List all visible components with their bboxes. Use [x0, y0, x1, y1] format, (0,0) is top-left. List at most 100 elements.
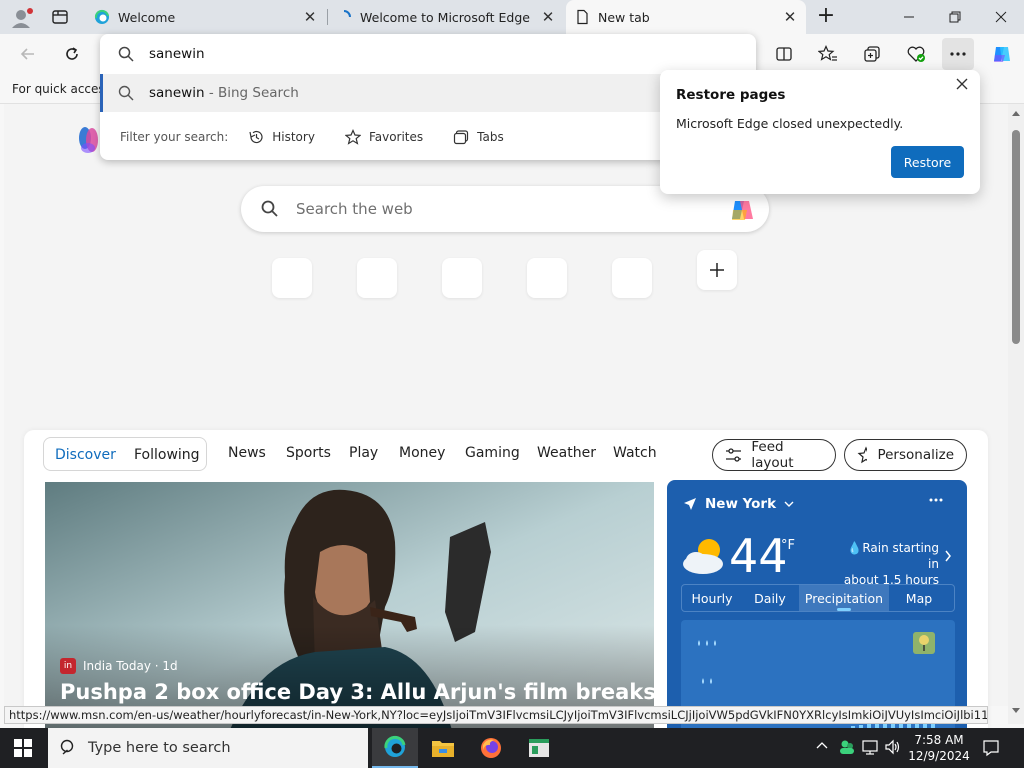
- windows-logo-icon: [14, 739, 32, 757]
- copilot-search-icon[interactable]: [729, 196, 759, 224]
- tab-new-tab[interactable]: New tab ✕: [566, 0, 806, 34]
- filter-history[interactable]: History: [248, 129, 315, 145]
- address-bar-value: sanewin: [149, 46, 205, 62]
- rain-forecast[interactable]: 💧Rain starting in about 1.5 hours: [843, 540, 939, 588]
- search-icon: [60, 739, 74, 755]
- sliders-icon: [726, 448, 742, 462]
- profile-avatar-icon[interactable]: [10, 6, 34, 30]
- tab-gaming[interactable]: Gaming: [465, 445, 520, 461]
- filter-favorites-label: Favorites: [368, 130, 424, 144]
- filter-tabs[interactable]: Tabs: [453, 129, 504, 145]
- quick-link-tile[interactable]: [442, 258, 482, 298]
- hero-source-line: India Today · 1d: [83, 659, 178, 673]
- raindrop-icon: 💧: [847, 541, 863, 555]
- address-bar[interactable]: sanewin: [100, 34, 756, 74]
- address-bar-dropdown: sanewin sanewin - Bing Search Filter you…: [100, 34, 756, 160]
- hero-source: India Today: [83, 659, 151, 673]
- selected-tab-indicator: [837, 608, 851, 611]
- quick-link-tile[interactable]: [357, 258, 397, 298]
- location-arrow-icon: [684, 498, 696, 510]
- network-icon[interactable]: [862, 739, 880, 755]
- tab-sports[interactable]: Sports: [286, 445, 331, 461]
- close-tab-icon[interactable]: ✕: [302, 9, 318, 25]
- tab-strip: Welcome ✕ Welcome to Microsoft Edge ✕ Ne…: [0, 0, 1024, 34]
- feed-layout-button[interactable]: Feed layout: [712, 439, 836, 471]
- personalize-label: Personalize: [877, 447, 954, 463]
- close-window-button[interactable]: [978, 0, 1024, 34]
- page-scrollbar[interactable]: [1008, 104, 1024, 724]
- notifications-icon[interactable]: [982, 739, 1000, 757]
- partly-cloudy-icon: [681, 536, 729, 576]
- personalize-button[interactable]: Personalize: [844, 439, 967, 471]
- clock-time: 7:58 AM: [914, 733, 964, 747]
- tab-news[interactable]: News: [228, 445, 266, 461]
- dialog-message: Microsoft Edge closed unexpectedly.: [676, 116, 904, 131]
- location-selector[interactable]: New York: [683, 496, 794, 512]
- tab-daily[interactable]: Daily: [741, 585, 799, 611]
- hero-age: · 1d: [150, 659, 178, 673]
- chevron-up-icon[interactable]: [816, 741, 828, 749]
- clock[interactable]: 7:58 AM 12/9/2024: [908, 732, 970, 764]
- edge-logo-icon: [94, 9, 110, 25]
- forecast-line-1: Rain starting in: [862, 541, 939, 571]
- tab-hourly[interactable]: Hourly: [683, 585, 741, 611]
- edge-taskbar-icon[interactable]: [372, 728, 418, 768]
- tab-money[interactable]: Money: [399, 445, 445, 461]
- quick-link-tile[interactable]: [527, 258, 567, 298]
- scrollbar-thumb[interactable]: [1012, 130, 1020, 344]
- add-shortcut-button[interactable]: [697, 250, 737, 290]
- quick-link-tile[interactable]: [612, 258, 652, 298]
- favorites-icon[interactable]: [812, 38, 844, 70]
- close-tab-icon[interactable]: ✕: [782, 9, 798, 25]
- quick-link-tile[interactable]: [272, 258, 312, 298]
- tab-watch[interactable]: Watch: [613, 445, 657, 461]
- location-name: New York: [705, 496, 777, 512]
- chevron-right-icon[interactable]: [944, 550, 952, 562]
- more-options-icon[interactable]: [929, 498, 943, 502]
- firefox-icon[interactable]: [468, 728, 514, 768]
- history-icon: [249, 130, 263, 144]
- copilot-icon[interactable]: [986, 38, 1018, 70]
- app-taskbar-icon[interactable]: [516, 728, 562, 768]
- filter-favorites[interactable]: Favorites: [344, 129, 424, 145]
- search-filters: Filter your search: History Favorites Ta…: [100, 118, 756, 156]
- edge-colorful-logo: [76, 124, 102, 156]
- tab-weather[interactable]: Weather: [537, 445, 596, 461]
- refresh-icon[interactable]: [56, 38, 88, 70]
- suggestion-source: - Bing Search: [204, 85, 299, 101]
- temperature-unit[interactable]: °F: [781, 538, 795, 553]
- split-screen-icon[interactable]: [768, 38, 800, 70]
- new-tab-button[interactable]: +: [814, 5, 838, 29]
- search-suggestion[interactable]: sanewin - Bing Search: [100, 74, 756, 112]
- volume-icon[interactable]: [884, 739, 902, 755]
- close-tab-icon[interactable]: ✕: [540, 9, 556, 25]
- tab-welcome[interactable]: Welcome ✕: [86, 0, 326, 34]
- file-explorer-icon[interactable]: [420, 728, 466, 768]
- tab-following[interactable]: Following: [134, 447, 200, 463]
- restore-button[interactable]: Restore: [891, 146, 964, 178]
- tab-play[interactable]: Play: [349, 445, 378, 461]
- filter-tabs-label: Tabs: [477, 130, 504, 144]
- scroll-down-icon: [1012, 708, 1020, 713]
- tab-welcome-edge[interactable]: Welcome to Microsoft Edge ✕: [328, 0, 564, 34]
- start-button[interactable]: [0, 728, 46, 768]
- tab-map[interactable]: Map: [889, 585, 949, 611]
- tab-discover[interactable]: Discover: [55, 447, 116, 463]
- clock-date: 12/9/2024: [908, 749, 970, 763]
- search-placeholder: Search the web: [296, 200, 413, 218]
- collections-icon[interactable]: [856, 38, 888, 70]
- minimize-button[interactable]: [886, 0, 932, 34]
- chevron-down-icon: [784, 501, 794, 507]
- restore-window-button[interactable]: [932, 0, 978, 34]
- news-feed: Discover Following News Sports Play Mone…: [24, 430, 988, 730]
- hero-headline[interactable]: Pushpa 2 box office Day 3: Allu Arjun's …: [60, 680, 654, 704]
- hero-news-card[interactable]: in India Today · 1d Pushpa 2 box office …: [45, 482, 654, 730]
- source-logo-icon: in: [60, 658, 76, 674]
- tab-actions-icon[interactable]: [50, 8, 70, 26]
- back-icon[interactable]: [12, 38, 44, 70]
- taskbar-search-box[interactable]: Type here to search: [48, 728, 368, 768]
- settings-more-icon[interactable]: [942, 38, 974, 70]
- people-icon[interactable]: [838, 738, 856, 756]
- close-icon[interactable]: [956, 78, 968, 90]
- browser-essentials-icon[interactable]: [900, 38, 932, 70]
